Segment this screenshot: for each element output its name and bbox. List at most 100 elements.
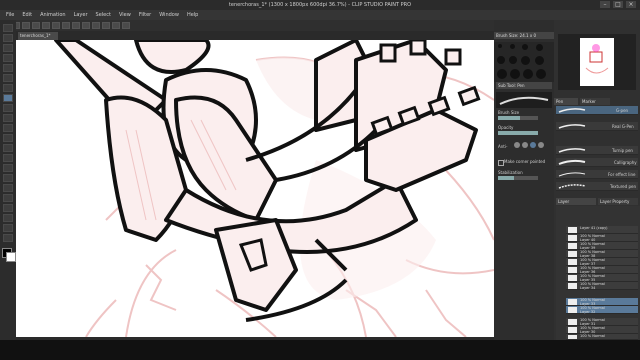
menu-select[interactable]: Select (96, 12, 111, 18)
undo-icon[interactable] (32, 22, 40, 29)
clip-studio-icon[interactable] (122, 22, 130, 29)
layer-thumbnail (568, 227, 577, 233)
invert-selection-icon[interactable] (92, 22, 100, 29)
fill-tool-icon[interactable] (3, 164, 13, 172)
menu-window[interactable]: Window (159, 12, 179, 18)
canvas-tab[interactable]: tenerchoras_1* (18, 32, 58, 40)
brush-size-option[interactable] (498, 44, 502, 48)
layer-row[interactable]: 100 % Normal Layer 30 (566, 326, 638, 334)
opacity-slider[interactable] (498, 131, 538, 135)
antialias-weak[interactable] (522, 142, 528, 148)
brush-size-tab[interactable]: Brush Size: 24.1 x 0 (494, 32, 554, 39)
brush-size-option[interactable] (510, 69, 520, 79)
minimize-button[interactable]: – (600, 1, 610, 8)
layer-property-tab[interactable]: Layer Property (598, 198, 638, 205)
brush-size-slider[interactable] (498, 116, 538, 120)
menu-layer[interactable]: Layer (74, 12, 88, 18)
stabilization-slider[interactable] (498, 176, 538, 180)
brush-size-option[interactable] (522, 44, 528, 50)
brush-size-option[interactable] (497, 69, 507, 79)
ruler-tool-icon[interactable] (3, 204, 13, 212)
layer-row[interactable]: 100 % Normal Layer 31 (566, 318, 638, 326)
menu-filter[interactable]: Filter (139, 12, 151, 18)
subtool-textured-pen[interactable]: Textured pen (556, 182, 638, 191)
blend-tool-icon[interactable] (3, 154, 13, 162)
layer-row[interactable]: 100 % Normal Layer 36 (566, 266, 638, 274)
frame-tool-icon[interactable] (3, 194, 13, 202)
correct-line-tool-icon[interactable] (3, 234, 13, 242)
layer-row[interactable]: 100 % Normal Layer 34 (566, 282, 638, 290)
figure-tool-icon[interactable] (3, 184, 13, 192)
menu-edit[interactable]: Edit (22, 12, 32, 18)
brush-size-option[interactable] (535, 56, 544, 65)
snap-ruler-icon[interactable] (102, 22, 110, 29)
layer-row[interactable]: 100 % Normal Layer 38 (566, 250, 638, 258)
layer-mode: Layer 41 (copy) (580, 226, 608, 230)
brush-size-option[interactable] (536, 69, 546, 79)
subtool-g-pen[interactable]: G-pen (556, 106, 638, 115)
subtool-turnip-pen[interactable]: Turnip pen (556, 146, 638, 155)
balloon-tool-icon[interactable] (3, 224, 13, 232)
move-layer-tool-icon[interactable] (3, 54, 13, 62)
window-controls: – □ × (600, 1, 636, 8)
layer-row[interactable]: 100 % Normal Layer 40 (566, 234, 638, 242)
menu-file[interactable]: File (6, 12, 14, 18)
operation-tool-icon[interactable] (3, 44, 13, 52)
brush-size-grid (494, 42, 554, 82)
menu-help[interactable]: Help (187, 12, 198, 18)
layer-tab[interactable]: Layer (556, 198, 596, 205)
pen-tool-icon[interactable] (3, 94, 13, 102)
subtool-effect-line[interactable]: For effect line (556, 170, 638, 179)
zoom-tool-icon[interactable] (3, 24, 13, 32)
brush-size-option[interactable] (509, 56, 517, 64)
eraser-tool-icon[interactable] (3, 144, 13, 152)
redo-icon[interactable] (42, 22, 50, 29)
antialias-strong[interactable] (538, 142, 544, 148)
save-icon[interactable] (22, 22, 30, 29)
menu-animation[interactable]: Animation (40, 12, 66, 18)
layer-row-selected[interactable]: 100 % Normal Layer 33 (566, 298, 638, 306)
close-button[interactable]: × (626, 1, 636, 8)
subtool-tab-pen[interactable]: Pen (554, 98, 578, 105)
clear-icon[interactable] (52, 22, 60, 29)
subtool-real-g-pen[interactable]: Real G-Pen (556, 122, 638, 131)
brush-size-option[interactable] (536, 44, 543, 51)
navigator-thumbnail[interactable] (580, 38, 614, 86)
selection-tool-icon[interactable] (3, 64, 13, 72)
subtool-label: Turnip pen (612, 148, 633, 153)
gradient-tool-icon[interactable] (3, 174, 13, 182)
sub-color-swatch[interactable] (6, 252, 16, 262)
menu-view[interactable]: View (119, 12, 131, 18)
layer-row[interactable]: Layer 41 (copy) (566, 226, 638, 234)
layer-thumbnail (568, 235, 577, 241)
brush-size-option[interactable] (523, 69, 533, 79)
brush-tool-icon[interactable] (3, 114, 13, 122)
deselect-icon[interactable] (82, 22, 90, 29)
layer-row-selected[interactable]: 100 % Normal Layer 32 (566, 306, 638, 314)
antialias-none[interactable] (514, 142, 520, 148)
subtool-calligraphy[interactable]: Calligraphy (556, 158, 638, 167)
brush-size-option[interactable] (521, 56, 530, 65)
select-all-icon[interactable] (72, 22, 80, 29)
layer-row[interactable]: 100 % Normal Layer 39 (566, 242, 638, 250)
stabilization-fill (498, 176, 514, 180)
tool-bar (0, 20, 16, 340)
layer-row[interactable]: 100 % Normal Layer 37 (566, 258, 638, 266)
snap-grid-icon[interactable] (112, 22, 120, 29)
tool-property-header[interactable]: Sub Tool: Pen (496, 82, 552, 89)
move-tool-icon[interactable] (3, 34, 13, 42)
text-tool-icon[interactable] (3, 214, 13, 222)
eyedropper-tool-icon[interactable] (3, 84, 13, 92)
pencil-tool-icon[interactable] (3, 104, 13, 112)
airbrush-tool-icon[interactable] (3, 124, 13, 132)
auto-select-tool-icon[interactable] (3, 74, 13, 82)
decoration-tool-icon[interactable] (3, 134, 13, 142)
brush-size-option[interactable] (497, 56, 505, 64)
brush-size-option[interactable] (510, 44, 515, 49)
maximize-button[interactable]: □ (613, 1, 623, 8)
layer-row[interactable]: 100 % Normal Layer 35 (566, 274, 638, 282)
canvas[interactable] (16, 40, 494, 337)
subtool-tab-marker[interactable]: Marker (580, 98, 610, 105)
antialias-medium[interactable] (530, 142, 536, 148)
transform-icon[interactable] (62, 22, 70, 29)
